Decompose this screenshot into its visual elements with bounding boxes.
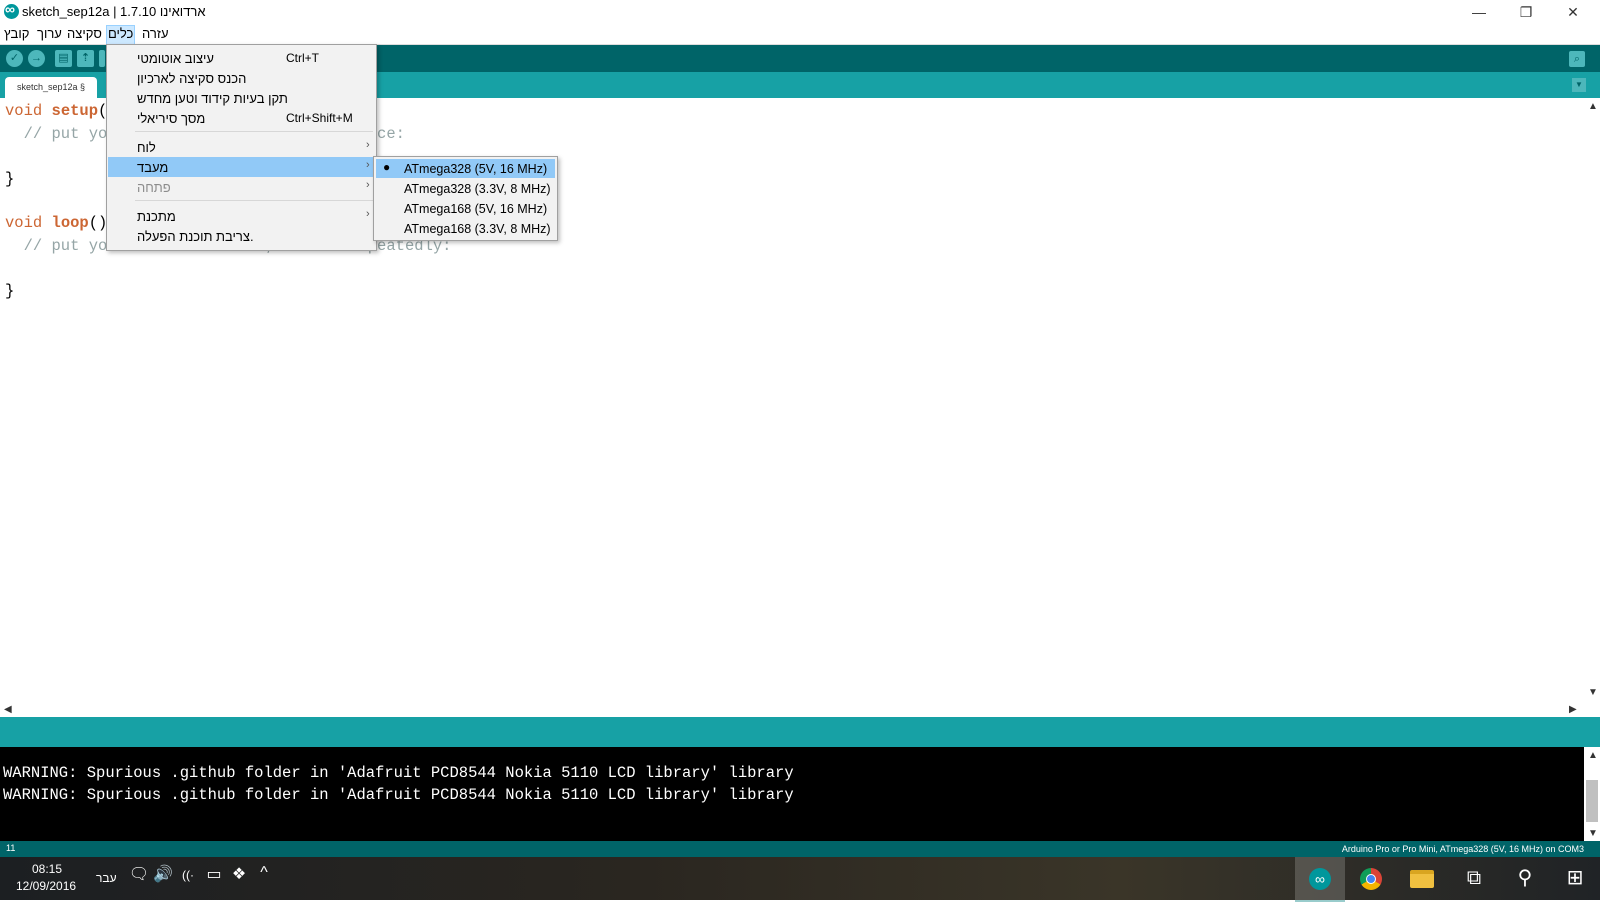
board-info: Arduino Pro or Pro Mini, ATmega328 (5V, … — [1341, 844, 1584, 854]
show-hidden-icons-chevron-icon[interactable]: ^ — [253, 864, 275, 882]
processor-option-label: ATmega328 (3.3V, 8 MHz) — [404, 182, 551, 196]
scroll-left-icon[interactable]: ◀ — [4, 704, 12, 715]
submenu-arrow-icon: › — [366, 159, 370, 171]
processor-option-atmega328-3v3[interactable]: ATmega328 (3.3V, 8 MHz) — [376, 179, 555, 198]
upload-icon[interactable]: → — [28, 50, 45, 67]
submenu-arrow-icon: › — [366, 179, 370, 191]
menu-tools[interactable]: כלים — [106, 25, 136, 45]
function-setup: setup — [51, 102, 99, 120]
line-number: 11 — [6, 843, 16, 853]
menu-item-fix-encoding[interactable]: תקן בעיות קידוד וטען מחדש — [108, 88, 375, 108]
processor-option-atmega168-3v3[interactable]: ATmega168 (3.3V, 8 MHz) — [376, 219, 555, 238]
volume-icon[interactable]: 🔊 — [152, 864, 174, 884]
clock-time[interactable]: 08:15 — [32, 862, 62, 876]
menu-item-label: לוח — [137, 140, 156, 155]
open-sketch-icon[interactable]: ⇡ — [77, 50, 94, 67]
battery-icon[interactable]: ▭ — [203, 864, 225, 884]
chrome-icon — [1360, 867, 1382, 890]
menu-item-board[interactable]: לוח › — [108, 137, 375, 157]
menu-item-port[interactable]: פתחה › — [108, 177, 375, 197]
menu-edit[interactable]: ערוך — [36, 25, 63, 43]
menu-bar — [0, 24, 1600, 45]
scroll-down-icon[interactable]: ▼ — [1588, 687, 1598, 698]
menu-item-burn-bootloader[interactable]: צריבת תוכנת הפעלה. — [108, 226, 375, 246]
menu-item-label: מתכנת — [137, 209, 176, 224]
taskbar-file-explorer[interactable] — [1397, 857, 1447, 900]
tools-menu: עיצוב אוטומטי Ctrl+T הכנס סקיצה לארכיון … — [106, 44, 377, 251]
console-line: WARNING: Spurious .github folder in 'Ada… — [3, 764, 794, 782]
window-title: sketch_sep12a | 1.7.10 ארדואינו — [22, 4, 206, 19]
dropbox-icon[interactable]: ❖ — [228, 864, 250, 884]
code-line-9: } — [5, 282, 15, 300]
menu-sketch[interactable]: סקיצה — [66, 25, 103, 43]
serial-monitor-icon[interactable]: ⌕ — [1569, 51, 1585, 67]
menu-item-label: עיצוב אוטומטי — [137, 51, 214, 66]
tab-menu-dropdown-icon[interactable]: ▼ — [1572, 78, 1586, 92]
menu-item-label: תקן בעיות קידוד וטען מחדש — [137, 91, 288, 106]
editor-vertical-scrollbar[interactable] — [1584, 98, 1600, 701]
processor-option-label: ATmega168 (3.3V, 8 MHz) — [404, 222, 551, 236]
console-scroll-thumb[interactable] — [1586, 780, 1598, 822]
wifi-icon[interactable]: ((· — [177, 868, 199, 882]
keyword-void: void — [5, 214, 43, 232]
menu-item-label: צריבת תוכנת הפעלה. — [137, 229, 254, 244]
status-strip — [0, 717, 1600, 747]
arduino-app-icon — [4, 1, 19, 19]
close-button[interactable]: ✕ — [1550, 0, 1596, 24]
save-sketch-icon[interactable] — [99, 50, 105, 67]
submenu-arrow-icon: › — [366, 139, 370, 151]
taskbar-chrome[interactable] — [1346, 857, 1396, 900]
action-center-icon[interactable]: 🗨 — [128, 864, 150, 884]
menu-file[interactable]: קובץ — [3, 25, 30, 43]
editor-horizontal-scrollbar[interactable] — [0, 701, 1584, 717]
menu-item-shortcut: Ctrl+Shift+M — [286, 111, 353, 125]
menu-item-label: פתחה — [137, 180, 171, 195]
processor-submenu: ● ATmega328 (5V, 16 MHz) ATmega328 (3.3V… — [373, 156, 558, 241]
processor-option-atmega328-5v[interactable]: ● ATmega328 (5V, 16 MHz) — [376, 159, 555, 178]
title-bar — [0, 0, 1600, 24]
console-line: WARNING: Spurious .github folder in 'Ada… — [3, 786, 794, 804]
menu-item-label: מעבד — [137, 160, 169, 175]
code-line-4: } — [5, 170, 15, 188]
menu-item-label: הכנס סקיצה לארכיון — [137, 71, 247, 86]
function-loop: loop — [51, 214, 89, 232]
scroll-up-icon[interactable]: ▲ — [1588, 101, 1598, 112]
menu-item-shortcut: Ctrl+T — [286, 51, 319, 65]
selected-radio-icon: ● — [383, 160, 391, 174]
keyword-void: void — [5, 102, 43, 120]
language-indicator[interactable]: עבר — [96, 871, 117, 885]
task-view-icon[interactable]: ⧉ — [1449, 857, 1499, 900]
menu-item-auto-format[interactable]: עיצוב אוטומטי Ctrl+T — [108, 48, 375, 68]
taskbar-arduino[interactable]: ∞ — [1295, 857, 1345, 902]
minimize-button[interactable]: — — [1456, 0, 1502, 24]
clock-date[interactable]: 12/09/2016 — [16, 879, 76, 893]
scroll-right-icon[interactable]: ▶ — [1569, 704, 1577, 715]
verify-icon[interactable]: ✓ — [6, 50, 23, 67]
search-icon[interactable]: ⚲ — [1500, 857, 1550, 900]
processor-option-label: ATmega168 (5V, 16 MHz) — [404, 202, 548, 216]
menu-item-programmer[interactable]: מתכנת › — [108, 206, 375, 226]
menu-separator — [135, 200, 373, 201]
start-icon[interactable]: ⊞ — [1550, 857, 1600, 900]
menu-item-archive-sketch[interactable]: הכנס סקיצה לארכיון — [108, 68, 375, 88]
arduino-icon: ∞ — [1309, 867, 1331, 890]
restore-button[interactable]: ❐ — [1503, 0, 1549, 24]
console-scroll-up-icon[interactable]: ▲ — [1588, 750, 1598, 761]
menu-item-processor[interactable]: מעבד › — [108, 157, 375, 177]
new-sketch-icon[interactable]: ▤ — [55, 50, 72, 67]
tab-sketch[interactable]: sketch_sep12a § — [5, 77, 97, 98]
menu-item-serial-monitor[interactable]: מסך סיריאלי Ctrl+Shift+M — [108, 108, 375, 128]
processor-option-atmega168-5v[interactable]: ATmega168 (5V, 16 MHz) — [376, 199, 555, 218]
menu-separator — [135, 131, 373, 132]
menu-help[interactable]: עזרה — [141, 25, 170, 43]
console-scroll-down-icon[interactable]: ▼ — [1588, 828, 1598, 839]
processor-option-label: ATmega328 (5V, 16 MHz) — [404, 162, 548, 176]
submenu-arrow-icon: › — [366, 208, 370, 220]
folder-icon — [1410, 869, 1434, 888]
